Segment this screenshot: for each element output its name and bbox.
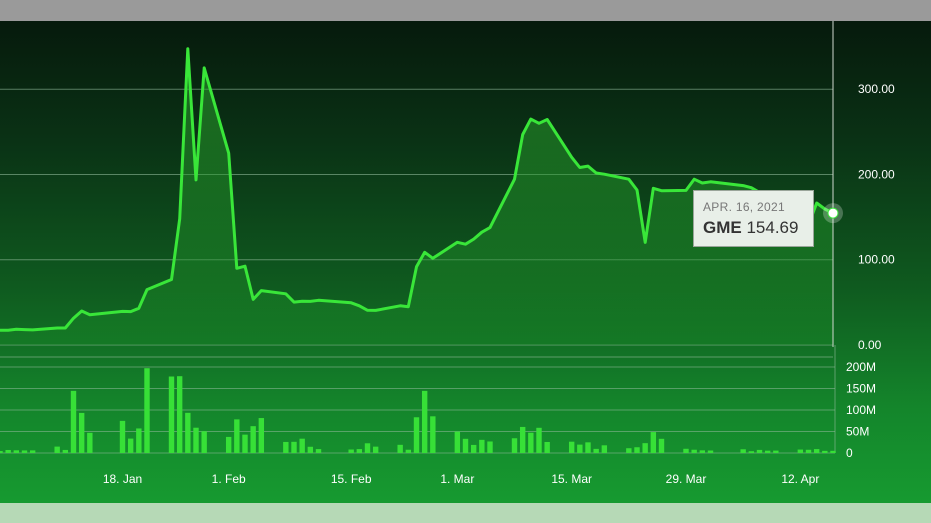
volume-bar (193, 427, 199, 453)
volume-bar (519, 426, 526, 453)
volume-bar (356, 449, 363, 453)
volume-bar (487, 441, 493, 453)
tooltip-date: APR. 16, 2021 (703, 200, 785, 214)
volume-bar (699, 450, 706, 453)
x-tick-label: 12. Apr (781, 472, 819, 486)
volume-bar (283, 441, 289, 453)
x-tick-label: 15. Mar (551, 472, 592, 486)
volume-bar (405, 449, 412, 453)
volume-bar (748, 451, 755, 453)
volume-bar (650, 432, 657, 453)
volume-bar (397, 444, 403, 453)
volume-bar (21, 450, 28, 453)
volume-tick-label: 50M (846, 425, 869, 439)
volume-bar (372, 446, 379, 453)
volume-bar (756, 449, 763, 453)
volume-bar (234, 419, 240, 453)
volume-bar (601, 445, 608, 453)
volume-bar (568, 441, 575, 453)
x-tick-label: 18. Jan (103, 472, 142, 486)
volume-bar (54, 446, 60, 453)
volume-bar (176, 376, 183, 453)
price-tick-label: 0.00 (858, 338, 882, 352)
stock-chart: 0.00 100.00 200.00 300.00 0 50M 100M 150M 200M 18… (0, 21, 895, 486)
price-tick-label: 100.00 (858, 253, 895, 267)
x-tick-label: 1. Mar (440, 472, 474, 486)
volume-bar (544, 441, 550, 453)
x-tick-label: 29. Mar (666, 472, 707, 486)
volume-bar (168, 376, 175, 453)
volume-bar (291, 441, 297, 453)
volume-bar (642, 443, 648, 453)
volume-bar (691, 449, 697, 453)
volume-bar (62, 449, 69, 453)
volume-bar (822, 450, 828, 453)
x-tick-label: 15. Feb (331, 472, 372, 486)
volume-bar (413, 417, 420, 453)
bottom-margin (0, 503, 931, 523)
volume-bar (830, 450, 836, 453)
volume-bar (462, 438, 469, 453)
volume-bar (634, 447, 640, 453)
volume-bar (13, 450, 20, 453)
volume-tick-label: 0 (846, 446, 853, 460)
price-tooltip: APR. 16, 2021 GME 154.69 (693, 190, 814, 247)
tooltip-ticker: GME (703, 218, 742, 237)
volume-bar (0, 451, 3, 453)
volume-bar (707, 450, 714, 453)
volume-bar (250, 426, 256, 453)
volume-bar (136, 428, 142, 453)
volume-bar (307, 446, 314, 453)
x-tick-label: 1. Feb (212, 472, 246, 486)
volume-bar (315, 449, 322, 453)
volume-bar (773, 450, 779, 453)
tooltip-price-line: GME 154.69 (703, 218, 813, 238)
volume-bar (225, 436, 232, 453)
volume-bar (87, 432, 93, 453)
volume-bar (454, 431, 461, 453)
volume-bar (479, 439, 485, 453)
volume-bar (528, 432, 534, 453)
volume-bar (797, 449, 804, 453)
volume-bar (242, 434, 248, 453)
volume-bar (70, 390, 77, 453)
volume-tick-label: 100M (846, 403, 876, 417)
volume-bar (593, 448, 599, 453)
volume-bar (511, 438, 518, 453)
tooltip-value: 154.69 (746, 218, 799, 237)
volume-bar (813, 449, 820, 453)
volume-bar (299, 438, 305, 453)
volume-bar (119, 420, 126, 453)
volume-bars (0, 368, 836, 453)
volume-bar (144, 368, 150, 453)
volume-bar (740, 449, 746, 453)
volume-bar (536, 427, 542, 453)
volume-bar (585, 442, 591, 453)
volume-bar (683, 448, 689, 453)
volume-bar (421, 390, 428, 453)
volume-bar (430, 416, 436, 453)
volume-bar (470, 444, 477, 453)
volume-bar (764, 450, 771, 453)
volume-bar (185, 412, 191, 453)
volume-bar (577, 444, 583, 453)
volume-bar (201, 431, 207, 453)
volume-bar (626, 448, 632, 453)
volume-tick-label: 200M (846, 360, 876, 374)
volume-bar (29, 450, 36, 453)
volume-bar (5, 449, 11, 453)
price-tick-label: 200.00 (858, 167, 895, 181)
price-tick-label: 300.00 (858, 82, 895, 96)
volume-bar (348, 449, 354, 453)
volume-tick-label: 150M (846, 382, 876, 396)
volume-bar (258, 418, 265, 453)
volume-bar (364, 443, 371, 453)
volume-bar (127, 438, 134, 453)
volume-bar (78, 412, 85, 453)
top-margin (0, 0, 931, 21)
volume-bar (805, 449, 812, 453)
volume-bar (658, 438, 665, 453)
hover-point[interactable] (827, 207, 839, 219)
chart-panel: 0.00 100.00 200.00 300.00 0 50M 100M 150M 200M 18… (0, 21, 931, 503)
